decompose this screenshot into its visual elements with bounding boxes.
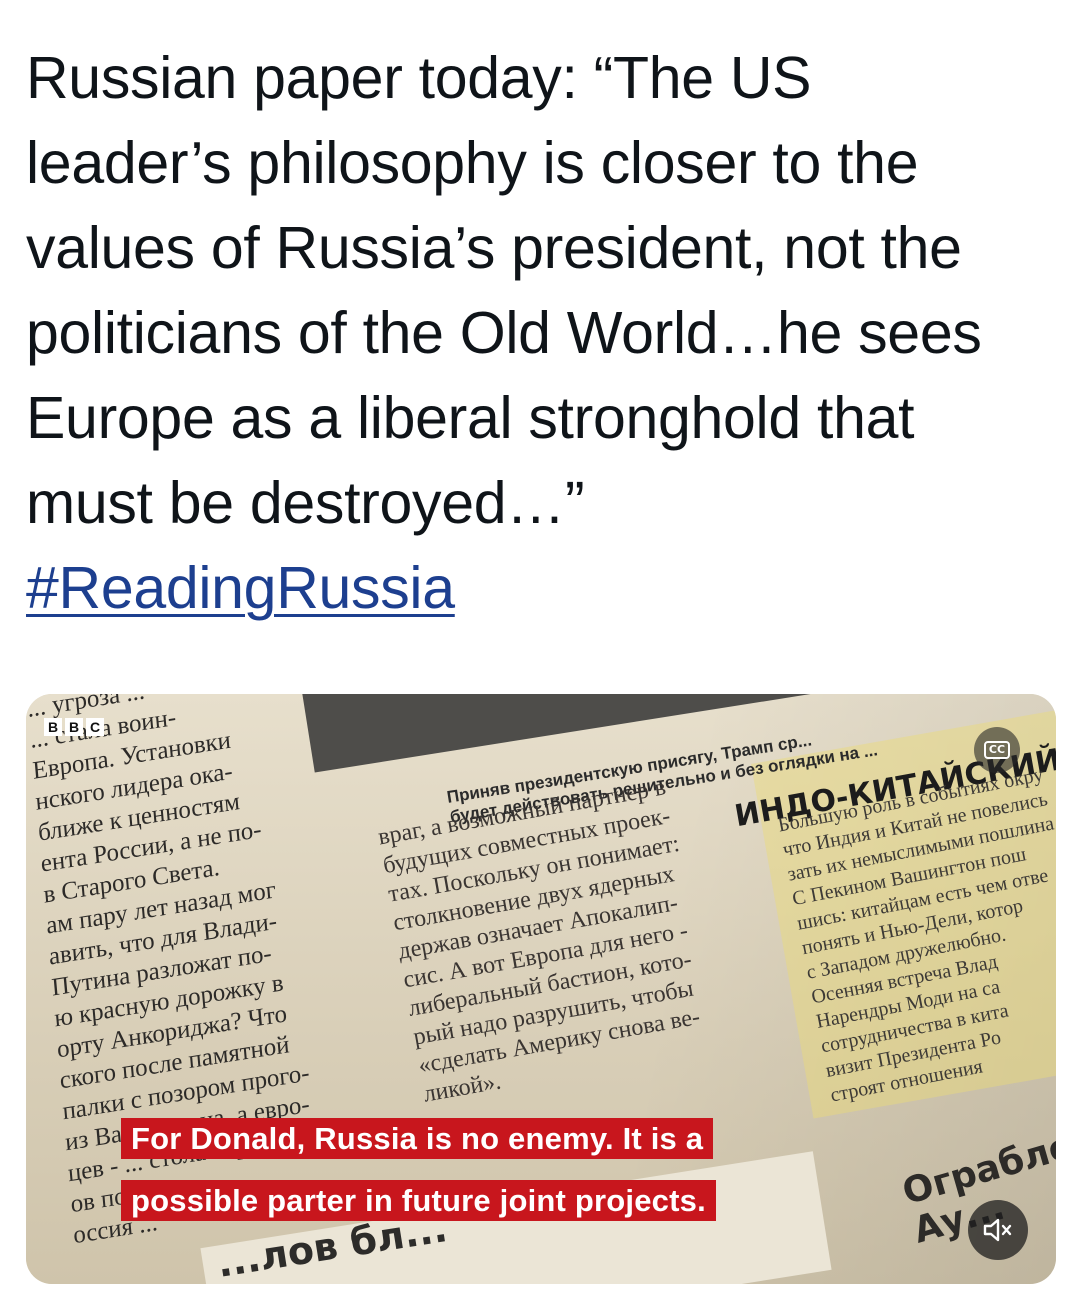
video-player[interactable]: Приняв президентскую присягу, Трамп ср..… xyxy=(26,694,1056,1284)
post-text-line-4: politicians of the Old World…he sees xyxy=(26,300,982,366)
post-text-line-3: values of Russia’s president, not the xyxy=(26,215,962,281)
mute-button[interactable] xyxy=(968,1200,1028,1260)
logo-letter: B xyxy=(44,718,62,736)
post-text-line-6: must be destroyed…” xyxy=(26,470,585,536)
logo-letter: B xyxy=(65,718,83,736)
post-text-line-1: Russian paper today: “The US xyxy=(26,45,812,111)
post-text-line-5: Europe as a liberal stronghold that xyxy=(26,385,915,451)
speaker-muted-icon xyxy=(983,1218,1012,1242)
subtitle-line: For Donald, Russia is no enemy. It is a xyxy=(121,1118,714,1159)
closed-captions-button[interactable]: CC xyxy=(974,727,1020,773)
video-subtitles: For Donald, Russia is no enemy. It is a … xyxy=(121,1118,716,1242)
post-text: Russian paper today: “The US leader’s ph… xyxy=(26,36,1056,631)
post-text-line-2: leader’s philosophy is closer to the xyxy=(26,130,919,196)
newspaper-middle-column: враг, а возможный партнер в будущих совм… xyxy=(376,773,717,1110)
logo-letter: C xyxy=(86,718,104,736)
closed-captions-icon: CC xyxy=(983,741,1011,759)
bbc-logo: B B C xyxy=(44,718,104,736)
hashtag-link[interactable]: #ReadingRussia xyxy=(26,555,455,621)
subtitle-line: possible parter in future joint projects… xyxy=(121,1180,716,1221)
